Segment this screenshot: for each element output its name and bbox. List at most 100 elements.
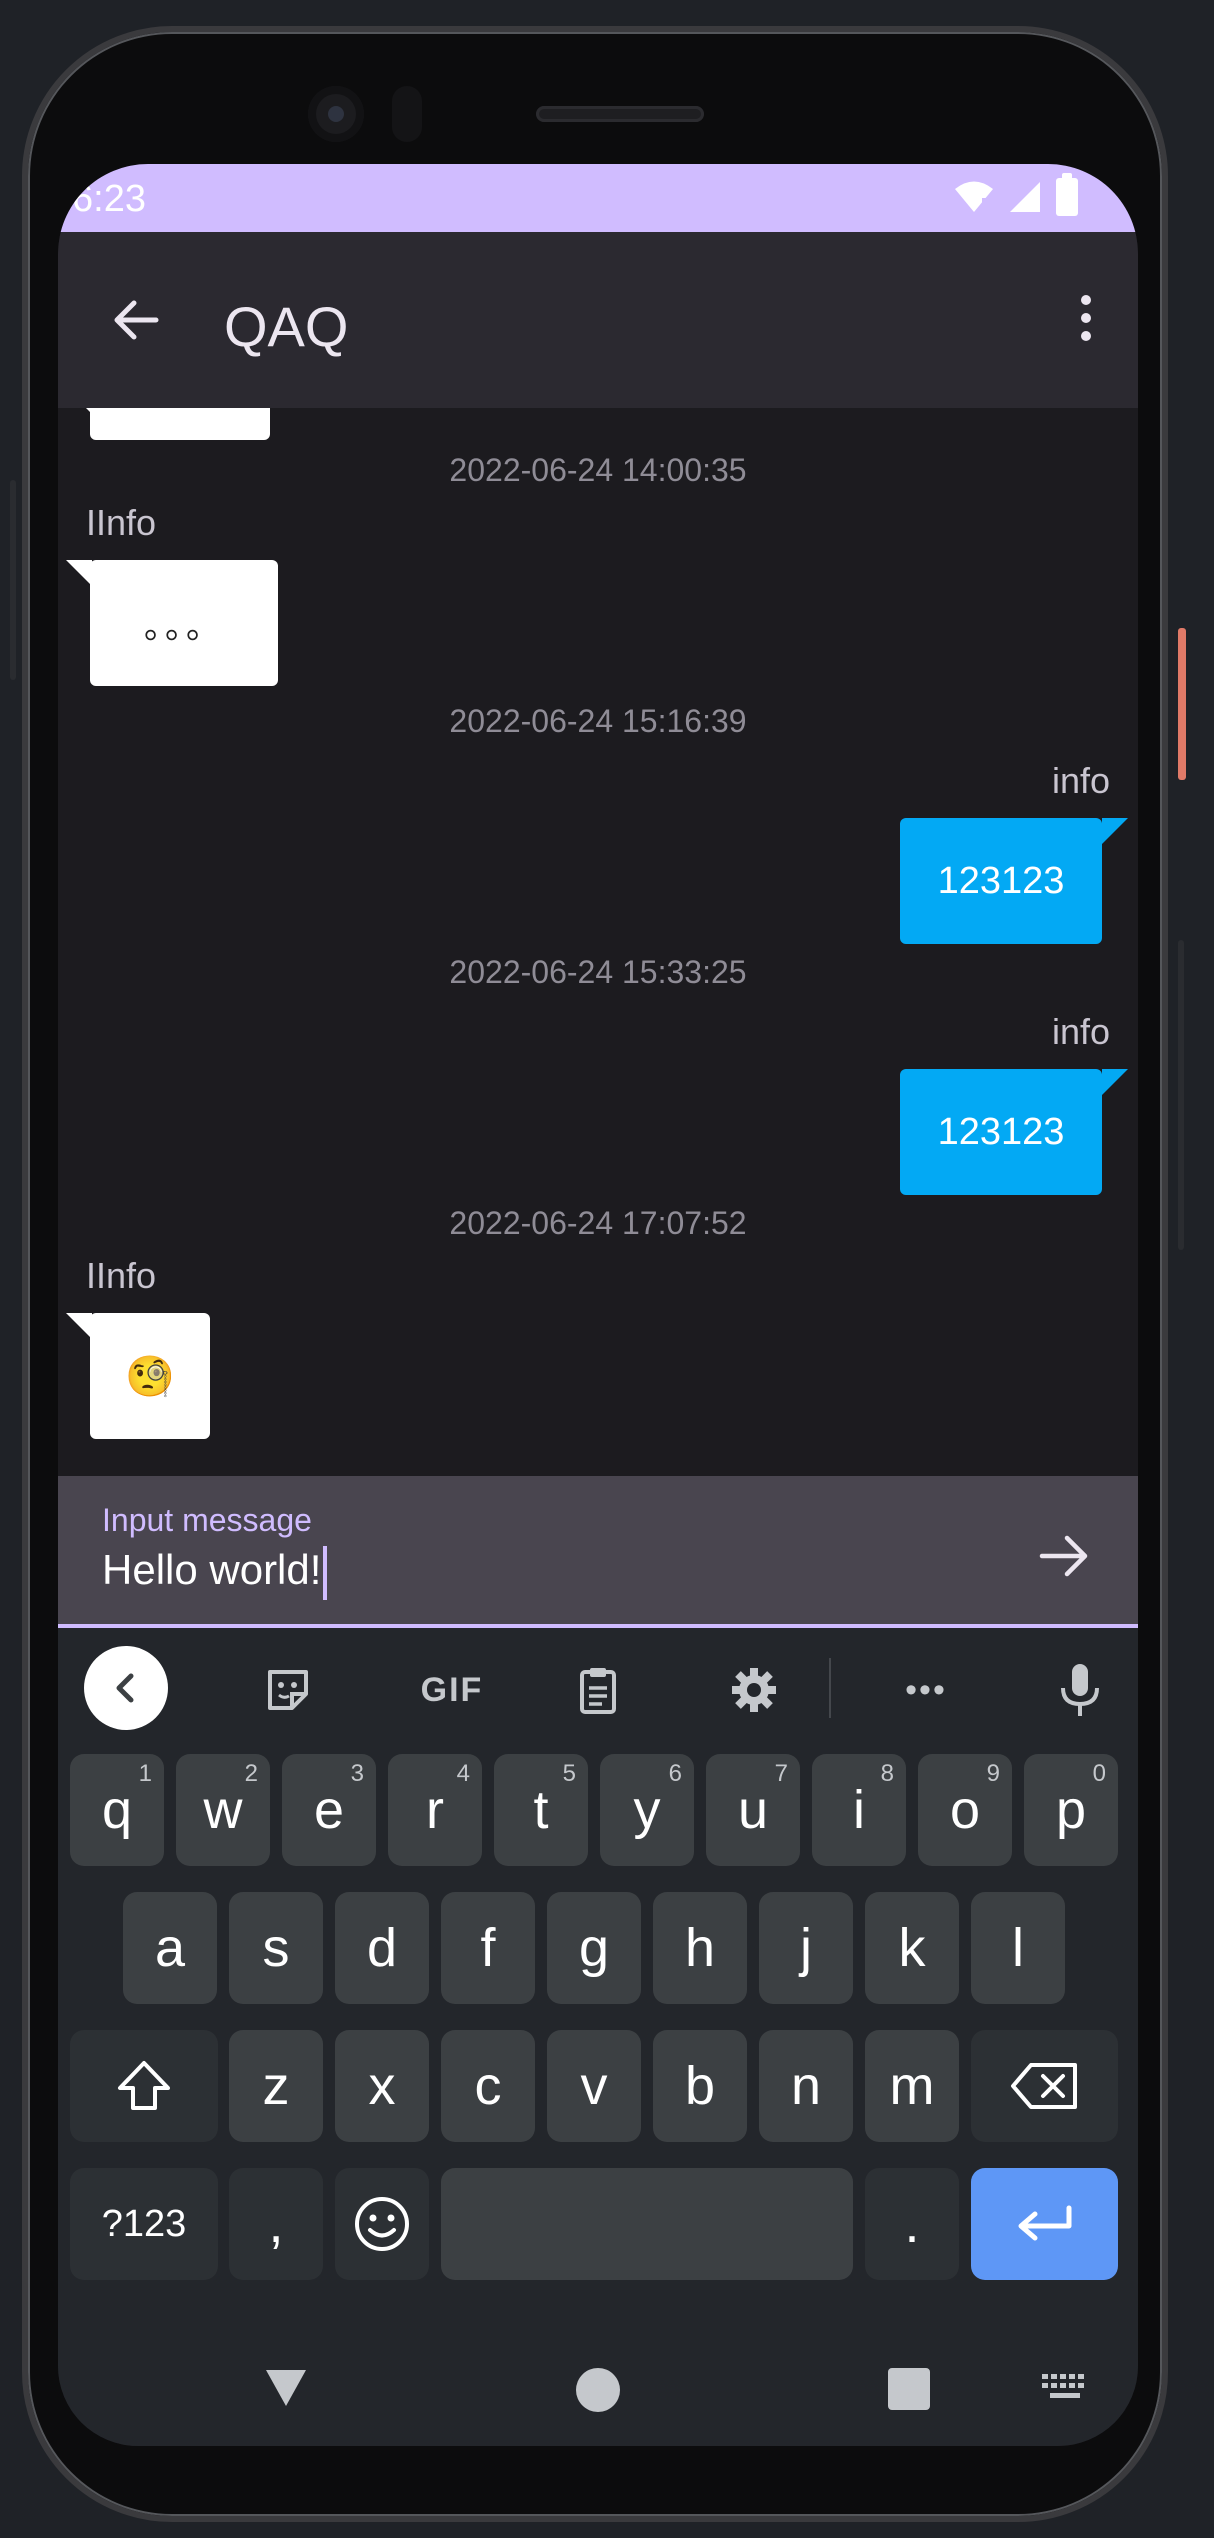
key-label: l (1012, 1918, 1024, 1978)
incoming-message-bubble[interactable]: 。。。 (66, 560, 278, 686)
front-camera (308, 86, 364, 142)
key-a[interactable]: a (123, 1892, 217, 2004)
keyboard-toolbar: GIF ••• (58, 1628, 1138, 1748)
app-bar: QAQ (58, 232, 1138, 408)
key-label: i (853, 1780, 865, 1840)
key-u[interactable]: u7 (706, 1754, 800, 1866)
backspace-key[interactable] (971, 2030, 1118, 2142)
key-e[interactable]: e3 (282, 1754, 376, 1866)
key-c[interactable]: c (441, 2030, 535, 2142)
key-p[interactable]: p0 (1024, 1754, 1118, 1866)
keyboard-switch-icon[interactable] (1042, 2372, 1090, 2402)
input-label: Input message (102, 1502, 312, 1538)
clipboard-button[interactable] (558, 1650, 638, 1730)
key-z[interactable]: z (229, 2030, 323, 2142)
key-h[interactable]: h (653, 1892, 747, 2004)
key-hint: 0 (1092, 1760, 1106, 1787)
key-x[interactable]: x (335, 2030, 429, 2142)
incoming-message-bubble[interactable]: 🧐 (66, 1313, 210, 1439)
key-q[interactable]: q1 (70, 1754, 164, 1866)
more-toolbar-button[interactable]: ••• (886, 1650, 966, 1730)
key-n[interactable]: n (759, 2030, 853, 2142)
message-list[interactable]: 2022-06-24 14:00:35 IInfo 。。。 2022-06-24… (58, 408, 1138, 1476)
microphone-icon (1061, 1664, 1099, 1716)
message-text: 123123 (937, 1110, 1065, 1153)
key-v[interactable]: v (547, 2030, 641, 2142)
gif-label: GIF (420, 1670, 484, 1709)
key-label: k (898, 1918, 926, 1978)
key-label: x (368, 2056, 396, 2116)
key-o[interactable]: o9 (918, 1754, 1012, 1866)
message-input-field[interactable]: Input message Hello world! (58, 1476, 1138, 1628)
key-label: ?123 (101, 2202, 187, 2245)
key-i[interactable]: i8 (812, 1754, 906, 1866)
comma-key[interactable]: , (229, 2168, 323, 2280)
key-g[interactable]: g (547, 1892, 641, 2004)
key-label: c (474, 2056, 502, 2116)
key-hint: 8 (880, 1760, 894, 1787)
soft-keyboard: GIF ••• q1 w2 e3 r4 t5 y6 u7 i8 o9 p0 a … (58, 1628, 1138, 2446)
voice-input-button[interactable] (1040, 1650, 1120, 1730)
key-hint: 9 (986, 1760, 1000, 1787)
nav-recents-icon[interactable] (888, 2368, 930, 2410)
outgoing-message-bubble[interactable]: 123123 (900, 818, 1128, 944)
key-w[interactable]: w2 (176, 1754, 270, 1866)
key-label: a (154, 1918, 186, 1978)
keyboard-settings-button[interactable] (714, 1650, 794, 1730)
back-arrow-icon[interactable] (104, 288, 168, 352)
key-l[interactable]: l (971, 1892, 1065, 2004)
proximity-sensor (392, 86, 422, 142)
space-key[interactable] (441, 2168, 853, 2280)
message-sender: info (1051, 760, 1110, 801)
key-hint: 7 (774, 1760, 788, 1787)
emoji-key[interactable] (335, 2168, 429, 2280)
enter-key[interactable] (971, 2168, 1118, 2280)
gif-button[interactable]: GIF (402, 1650, 502, 1730)
input-text: Hello world! (102, 1546, 322, 1594)
emoji-monocle-icon: 🧐 (125, 1354, 175, 1399)
earpiece-speaker (536, 106, 704, 122)
wifi-icon (955, 181, 993, 213)
send-arrow-icon[interactable] (1034, 1526, 1094, 1586)
key-k[interactable]: k (865, 1892, 959, 2004)
period-key[interactable]: . (865, 2168, 959, 2280)
nav-home-icon[interactable] (576, 2368, 620, 2412)
outgoing-message-bubble[interactable]: 123123 (900, 1069, 1128, 1195)
nav-back-icon[interactable] (260, 2362, 312, 2414)
symbols-key[interactable]: ?123 (70, 2168, 218, 2280)
sticker-button[interactable] (248, 1650, 328, 1730)
key-label: d (366, 1918, 398, 1978)
navigation-bar (58, 2356, 1138, 2446)
key-label: , (268, 2194, 284, 2254)
message-timestamp: 2022-06-24 17:07:52 (449, 1205, 747, 1241)
smiley-icon (355, 2197, 409, 2251)
sticker-icon (268, 1670, 308, 1710)
key-hint: 2 (244, 1760, 258, 1787)
key-r[interactable]: r4 (388, 1754, 482, 1866)
key-f[interactable]: f (441, 1892, 535, 2004)
key-y[interactable]: y6 (600, 1754, 694, 1866)
key-hint: 6 (668, 1760, 682, 1787)
shift-arrow-icon (118, 2061, 170, 2110)
power-button (1178, 628, 1186, 780)
key-hint: 3 (350, 1760, 364, 1787)
volume-button (1178, 940, 1184, 1250)
key-b[interactable]: b (653, 2030, 747, 2142)
key-hint: 1 (138, 1760, 152, 1787)
key-label: z (262, 2056, 290, 2116)
status-bar: 6:23 (58, 164, 1138, 232)
key-m[interactable]: m (865, 2030, 959, 2142)
toolbar-divider (829, 1658, 831, 1718)
partial-message-bubble[interactable] (66, 408, 270, 440)
more-options-icon[interactable] (1062, 286, 1110, 350)
message-input[interactable]: Hello world! (102, 1546, 328, 1600)
key-d[interactable]: d (335, 1892, 429, 2004)
key-j[interactable]: j (759, 1892, 853, 2004)
key-label: . (904, 2194, 920, 2254)
collapse-toolbar-button[interactable] (84, 1646, 168, 1730)
message-sender: IInfo (86, 502, 157, 543)
key-t[interactable]: t5 (494, 1754, 588, 1866)
gear-icon (732, 1668, 776, 1712)
key-s[interactable]: s (229, 1892, 323, 2004)
shift-key[interactable] (70, 2030, 218, 2142)
